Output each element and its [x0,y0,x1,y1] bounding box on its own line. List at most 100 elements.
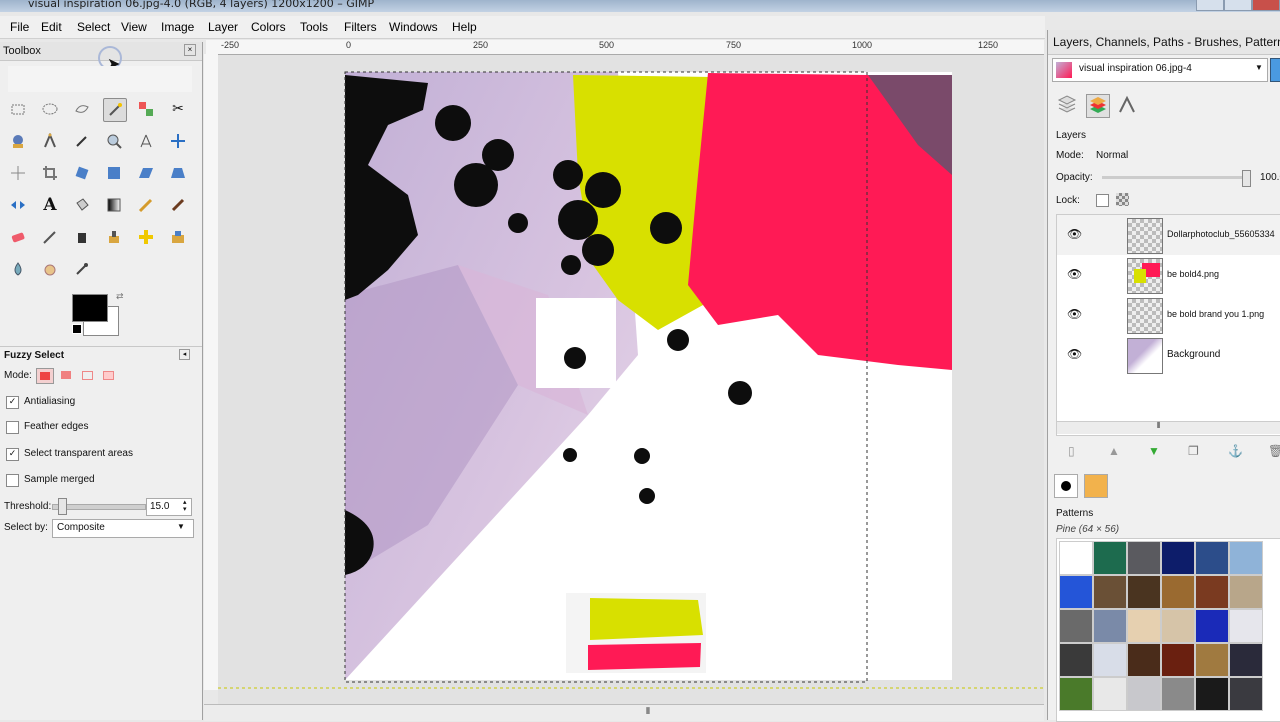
layers-tab-icon[interactable] [1056,94,1078,116]
scroll-grip-icon[interactable]: ⦀ [646,706,650,717]
canvas-area[interactable] [218,55,1044,705]
menu-image[interactable]: Image [161,20,194,34]
eye-icon[interactable]: 👁 [1067,347,1082,361]
layer-row[interactable]: 👁 be bold brand you 1.png [1057,295,1280,335]
menu-view[interactable]: View [121,20,147,34]
select-by-color-icon[interactable] [135,98,157,120]
menu-file[interactable]: File [10,20,29,34]
layers-hscrollbar[interactable]: ⦀ [1057,421,1280,434]
maximize-button[interactable] [1224,0,1252,11]
menu-tools[interactable]: Tools [300,20,328,34]
pattern-swatch[interactable] [1229,575,1263,609]
opacity-slider-track[interactable] [1102,176,1250,179]
lock-alpha-icon[interactable] [1116,193,1129,206]
close-button[interactable] [1252,0,1280,11]
pattern-swatch[interactable] [1229,643,1263,677]
pattern-swatch[interactable] [1127,643,1161,677]
text-tool-icon[interactable]: A [39,194,61,216]
paths-tab-icon[interactable] [1116,94,1138,116]
menu-help[interactable]: Help [452,20,477,34]
rect-select-icon[interactable] [7,98,29,120]
pattern-swatch[interactable] [1127,541,1161,575]
pattern-swatch[interactable] [1093,609,1127,643]
perspective-clone-icon[interactable] [167,226,189,248]
threshold-slider-handle[interactable] [57,498,67,515]
threshold-input[interactable]: 15.0 ▴ ▾ [146,498,192,516]
feather-edges-checkbox[interactable] [6,421,19,434]
layer-row[interactable]: 👁 Background [1057,335,1280,375]
pattern-swatch[interactable] [1127,677,1161,711]
heal-icon[interactable] [135,226,157,248]
mode-subtract-button[interactable] [79,368,95,382]
bucket-fill-icon[interactable] [71,194,93,216]
menu-filters[interactable]: Filters [344,20,377,34]
menu-windows[interactable]: Windows [389,20,438,34]
eye-icon[interactable]: 👁 [1067,227,1082,241]
blur-icon[interactable] [7,258,29,280]
pattern-swatch[interactable] [1093,575,1127,609]
close-dock-icon[interactable]: × [184,44,196,56]
opacity-slider-handle[interactable] [1242,170,1251,187]
menu-colors[interactable]: Colors [251,20,286,34]
pattern-swatch[interactable] [1059,677,1093,711]
fuzzy-select-icon[interactable] [103,98,127,122]
mode-intersect-button[interactable] [100,368,116,382]
ellipse-select-icon[interactable] [39,98,61,120]
pattern-swatch[interactable] [1093,677,1127,711]
layer-row[interactable]: 👁 be bold4.png [1057,255,1280,295]
lower-layer-icon[interactable]: ▼ [1148,444,1160,458]
antialiasing-checkbox[interactable]: ✓ [6,396,19,409]
pattern-swatch[interactable] [1127,609,1161,643]
pattern-swatch[interactable] [1161,575,1195,609]
pattern-swatch[interactable] [1161,643,1195,677]
image-canvas[interactable] [218,55,1044,705]
spin-arrows-icon[interactable]: ▴ ▾ [183,499,187,513]
pattern-swatch[interactable] [1161,677,1195,711]
default-colors-icon[interactable] [72,324,82,334]
menu-layer[interactable]: Layer [208,20,238,34]
smudge-icon[interactable] [39,258,61,280]
align-icon[interactable] [7,162,29,184]
brushes-tab-icon[interactable] [1054,474,1078,498]
pattern-swatch[interactable] [1161,609,1195,643]
horizontal-scrollbar[interactable]: ⦀ [204,704,1044,721]
mode-replace-button[interactable] [36,368,54,384]
pattern-swatch[interactable] [1229,541,1263,575]
shear-icon[interactable] [135,162,157,184]
opacity-value[interactable]: 100.0 [1260,172,1280,183]
color-picker-icon[interactable] [71,130,93,152]
eraser-icon[interactable] [7,226,29,248]
foreground-color-swatch[interactable] [72,294,108,322]
mode-add-button[interactable] [58,368,74,382]
pattern-swatch[interactable] [1093,643,1127,677]
patterns-tab-icon[interactable] [1084,474,1108,498]
anchor-layer-icon[interactable]: ⚓ [1228,444,1243,458]
layer-row[interactable]: 👁 Dollarphotoclub_55605334 [1057,215,1280,255]
free-select-icon[interactable] [71,98,93,120]
move-icon[interactable] [167,130,189,152]
menu-select[interactable]: Select [77,20,110,34]
perspective-icon[interactable] [167,162,189,184]
ink-icon[interactable] [71,226,93,248]
blend-icon[interactable] [103,194,125,216]
eye-icon[interactable]: 👁 [1067,307,1082,321]
flip-icon[interactable] [7,194,29,216]
eye-icon[interactable]: 👁 [1067,267,1082,281]
pattern-swatch[interactable] [1195,677,1229,711]
scissors-icon[interactable]: ✂ [167,98,189,120]
measure-icon[interactable] [135,130,157,152]
new-layer-icon[interactable]: ▯ [1068,444,1075,458]
pattern-swatch[interactable] [1195,609,1229,643]
crop-icon[interactable] [39,162,61,184]
select-by-dropdown[interactable]: Composite ▼ [52,519,194,538]
duplicate-layer-icon[interactable]: ❐ [1188,444,1199,458]
lock-pixels-checkbox[interactable] [1096,194,1109,207]
pattern-swatch[interactable] [1059,609,1093,643]
rotate-icon[interactable] [71,162,93,184]
pattern-swatch[interactable] [1059,575,1093,609]
add-tab-button[interactable] [1270,58,1280,82]
image-selector-dropdown[interactable]: visual inspiration 06.jpg-4 ▼ [1052,58,1268,82]
pattern-swatch[interactable] [1127,575,1161,609]
pattern-swatch[interactable] [1229,609,1263,643]
channels-tab-icon[interactable] [1086,94,1110,118]
